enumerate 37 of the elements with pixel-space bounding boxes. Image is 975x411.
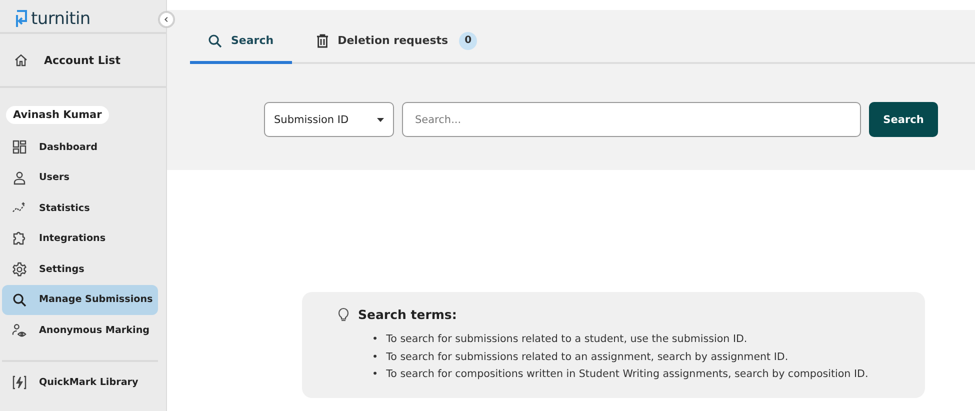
- lightbulb-icon: [338, 307, 349, 322]
- bullet: •: [372, 367, 378, 382]
- tab[interactable]: Deletion requests 0: [298, 20, 496, 64]
- sidebar-item[interactable]: Dashboard: [2, 132, 158, 162]
- collapse-button[interactable]: [158, 11, 175, 28]
- sidebar-item[interactable]: Anonymous Marking: [2, 315, 158, 346]
- user-name-chip: Avinash Kumar: [6, 106, 109, 124]
- user-eye-icon: [12, 322, 27, 338]
- sidebar-item[interactable]: Settings: [2, 254, 158, 284]
- sidebar-item[interactable]: Integrations: [2, 224, 158, 254]
- lightning-card-icon: [12, 375, 27, 390]
- sidebar-item[interactable]: QuickMark Library: [2, 368, 158, 398]
- home-icon: [14, 53, 28, 67]
- bullet: •: [372, 350, 378, 364]
- logo-text: turnitin: [31, 9, 90, 29]
- hint-text: To search for submissions related to a student, use the submission ID.: [386, 332, 748, 347]
- sidebar-item[interactable]: Statistics: [2, 193, 158, 224]
- dashboard-icon: [12, 140, 27, 154]
- hint-title: Search terms:: [358, 307, 457, 322]
- search-button[interactable]: Search: [869, 102, 938, 137]
- filter-dropdown[interactable]: Submission ID: [264, 102, 394, 137]
- hint-text: To search for submissions related to an assignment, search by assignment ID.: [386, 350, 788, 364]
- logo-icon: [14, 9, 28, 29]
- caret-icon: [377, 118, 384, 122]
- search-icon: [208, 34, 222, 48]
- settings-icon: [12, 262, 27, 277]
- puzzle-icon: [12, 231, 27, 246]
- sidebar-item[interactable]: Users: [2, 162, 158, 193]
- bullet: •: [372, 332, 378, 347]
- hint-text: To search for compositions written in Student Writing assignments, search by composition ID.: [386, 367, 868, 382]
- tab[interactable]: Search: [190, 20, 292, 64]
- sidebar-item[interactable]: Manage Submissions: [2, 284, 158, 315]
- search-field[interactable]: Search...: [402, 102, 861, 137]
- search-icon: [12, 292, 27, 307]
- trash-icon: [316, 34, 329, 48]
- user-icon: [12, 170, 27, 185]
- count-badge: 0: [459, 32, 478, 50]
